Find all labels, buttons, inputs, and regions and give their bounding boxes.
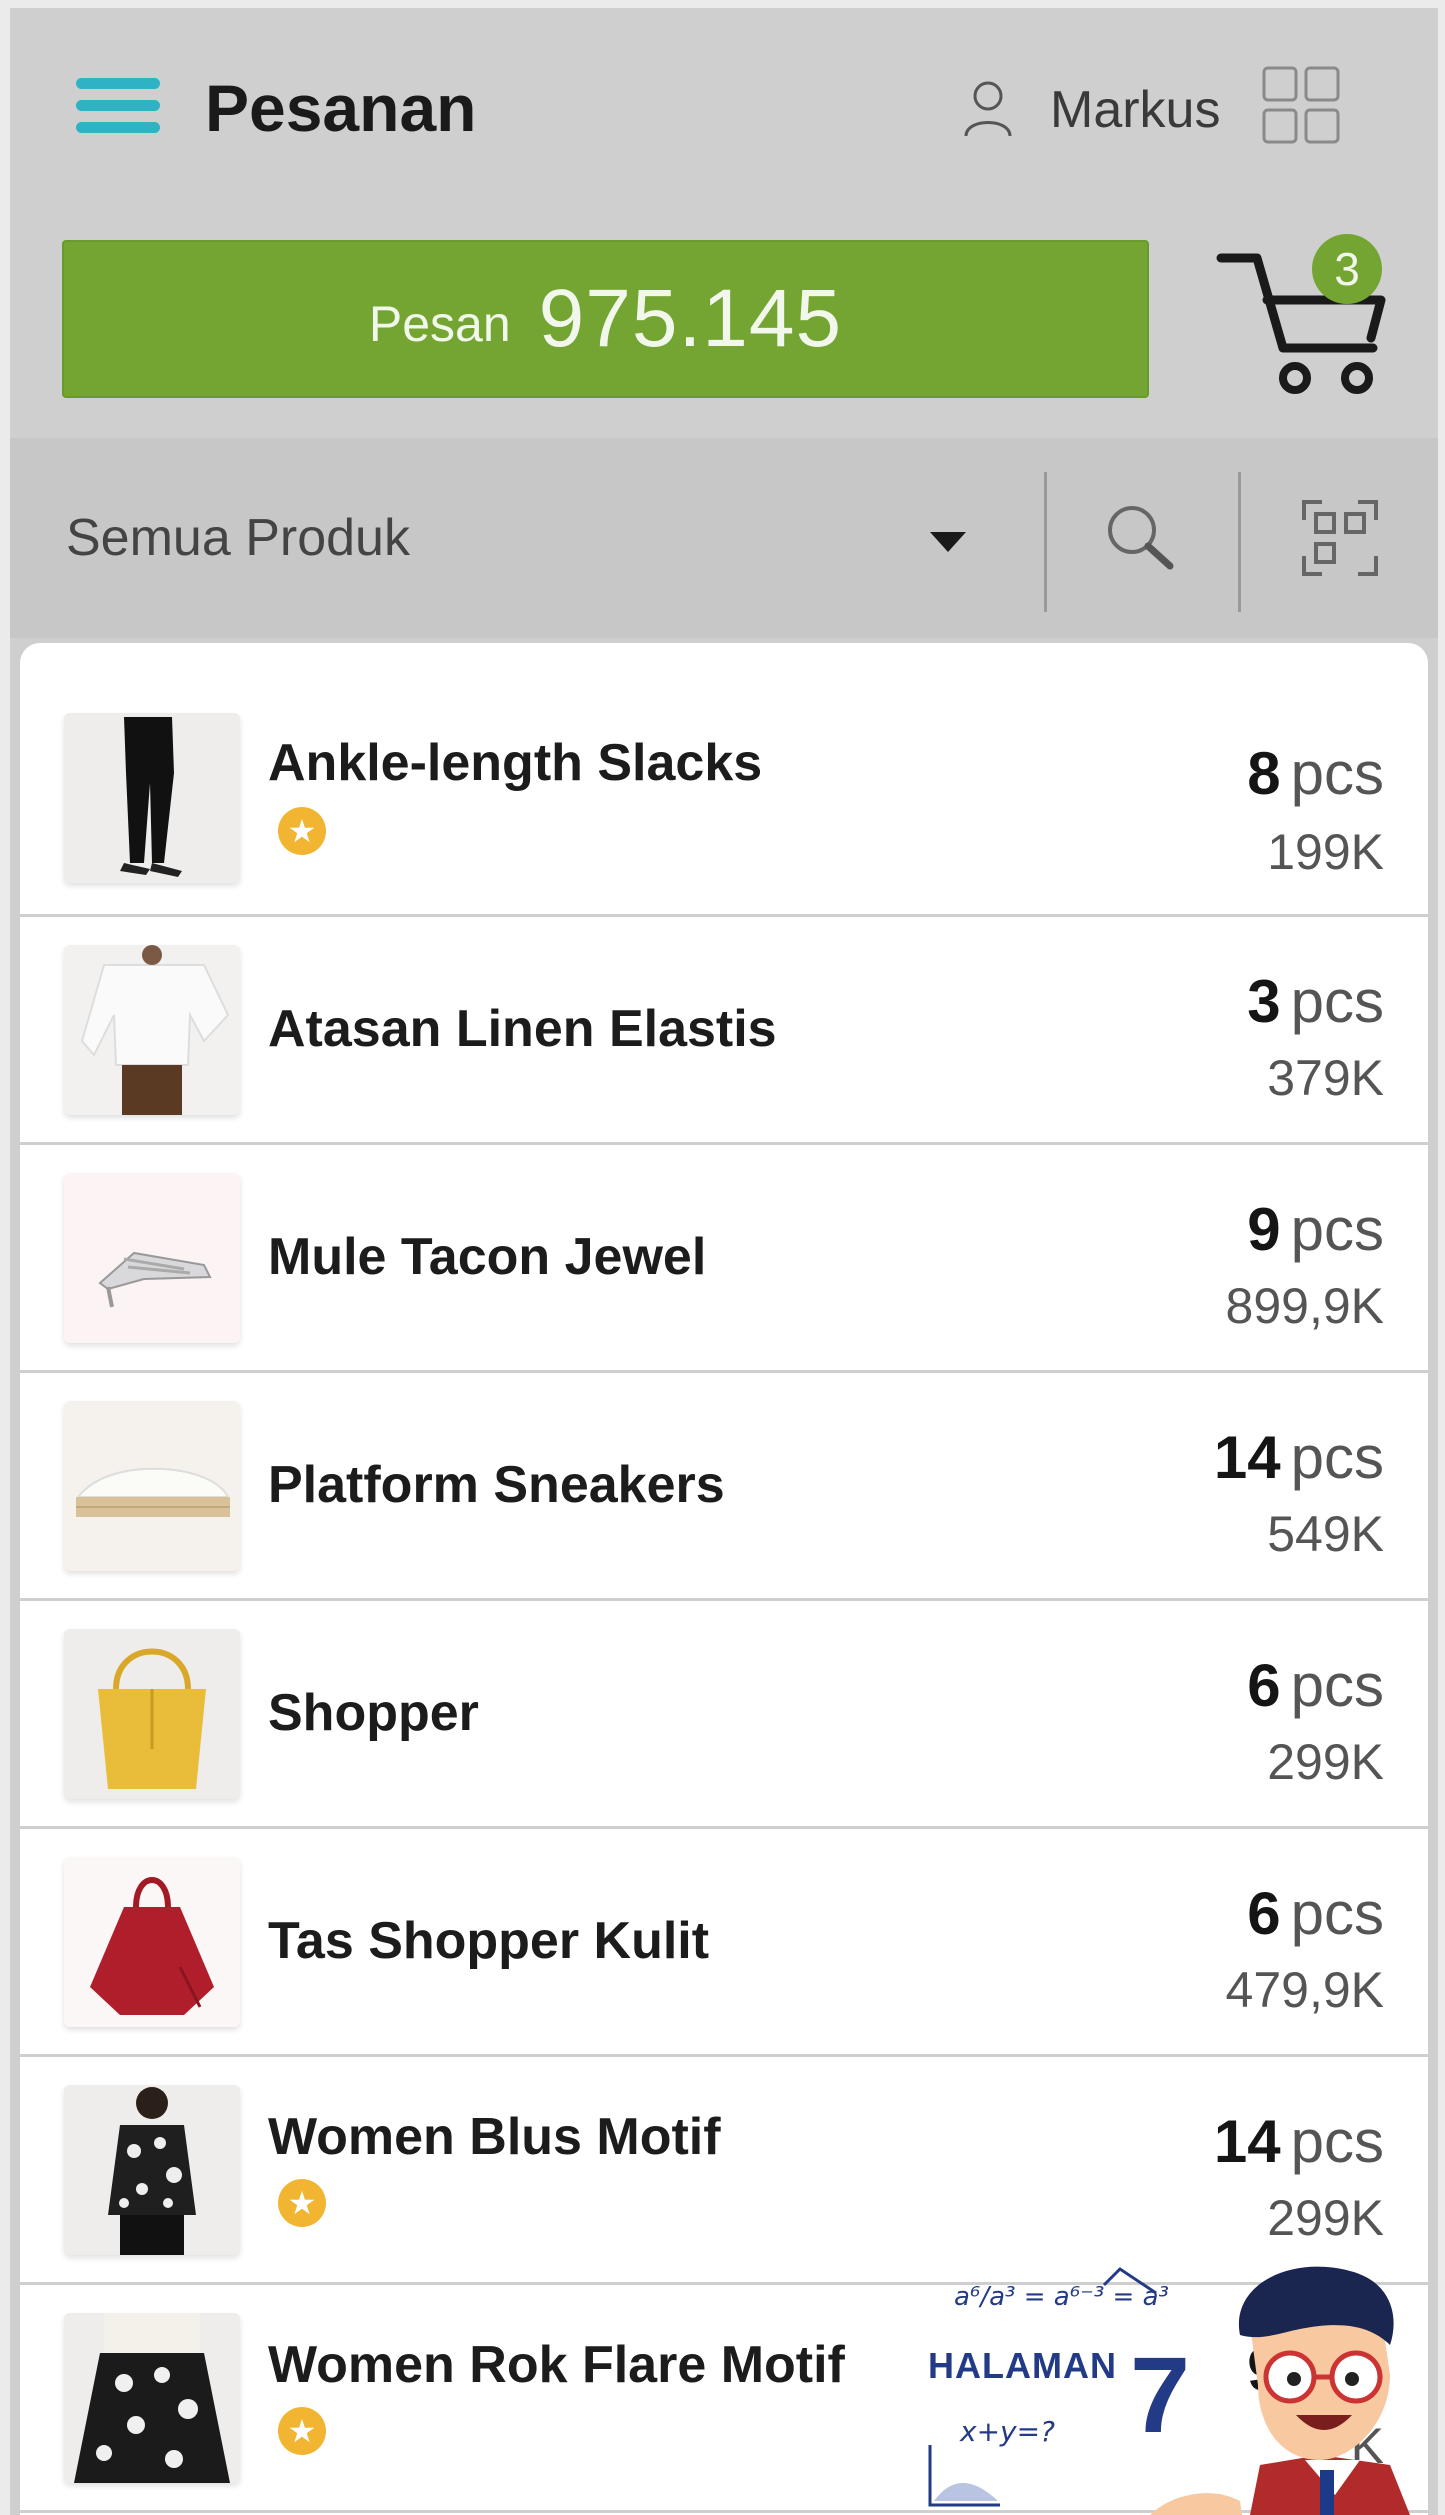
order-total: 975.145 [538, 273, 843, 364]
order-button[interactable]: Pesan 975.145 [62, 240, 1149, 398]
page-label: HALAMAN [928, 2345, 1117, 2386]
list-item[interactable]: Atasan Linen Elastis 3 pcs 379K [20, 917, 1428, 1145]
product-name: Shopper [268, 1684, 479, 1742]
list-item[interactable]: Women Blus Motif ★ 14 pcs 299K [20, 2057, 1428, 2285]
order-label: Pesan [368, 296, 511, 352]
product-quantity: 6 pcs [1247, 1879, 1384, 1948]
product-price: 299K [1267, 2190, 1384, 2246]
product-quantity: 9pcs [1247, 1195, 1384, 1264]
product-price: 549K [1267, 1506, 1384, 1562]
quantity-unit: pcs [1290, 2108, 1384, 2175]
quantity-value: 14 [1213, 2108, 1281, 2175]
quantity-unit: pcs [1290, 968, 1384, 1035]
product-name: Tas Shopper Kulit [268, 1912, 710, 1970]
quantity-value: 9 [1247, 1196, 1281, 1263]
product-thumbnail [64, 2313, 240, 2483]
product-quantity: 14 pcs [1214, 1423, 1384, 1492]
product-thumbnail [64, 713, 240, 883]
product-quantity: 8 pcs [1247, 739, 1384, 808]
product-price: 479,9K [1225, 1962, 1384, 2018]
divider [1044, 472, 1047, 612]
user-name[interactable]: Markus [1050, 80, 1220, 140]
category-dropdown[interactable]: Semua Produk [10, 438, 1040, 638]
caret-down-icon [930, 532, 966, 552]
quantity-unit: pcs [1290, 740, 1384, 807]
list-item[interactable]: Platform Sneakers 14 pcs 549K [20, 1373, 1428, 1601]
menu-icon[interactable] [76, 70, 162, 138]
qr-scan-icon[interactable] [1300, 498, 1380, 578]
search-icon[interactable] [1100, 498, 1180, 578]
product-quantity: 14 pcs [1214, 2107, 1384, 2176]
category-label: Semua Produk [66, 509, 410, 567]
formula-2: x+y=? [959, 2415, 1055, 2448]
product-name: Atasan Linen Elastis [268, 1000, 777, 1058]
quantity-value: 14 [1213, 1424, 1281, 1491]
page-title: Pesanan [205, 71, 477, 145]
page-number: 7 [1130, 2334, 1191, 2455]
product-quantity: 3 pcs [1247, 967, 1384, 1036]
product-price: 899,9K [1225, 1278, 1384, 1334]
list-item[interactable]: Shopper 6 pcs 299K [20, 1601, 1428, 1829]
user-icon[interactable] [962, 78, 1014, 140]
product-thumbnail [64, 2085, 240, 2255]
product-thumbnail [64, 1857, 240, 2027]
product-name: Women Blus Motif [268, 2108, 721, 2166]
quantity-unit: pcs [1290, 1424, 1384, 1491]
header: Pesanan Markus [10, 8, 1438, 208]
product-price: 199K [1267, 824, 1384, 880]
product-name: Women Rok Flare Motif [268, 2336, 845, 2394]
quantity-unit: pcs [1290, 1652, 1384, 1719]
product-name: Mule Tacon Jewel [268, 1228, 707, 1286]
quantity-value: 6 [1247, 1652, 1281, 1719]
product-thumbnail [64, 1173, 240, 1343]
product-name: Platform Sneakers [268, 1456, 725, 1514]
list-item[interactable]: Tas Shopper Kulit 6 pcs 479,9K [20, 1829, 1428, 2057]
star-icon: ★ [278, 2179, 326, 2227]
list-item[interactable]: Ankle-length Slacks ★ 8 pcs 199K [20, 643, 1428, 917]
app-window: Pesanan Markus Pesan 975.145 3 Semua Pro… [10, 8, 1438, 2515]
product-quantity: 6 pcs [1247, 1651, 1384, 1720]
star-icon: ★ [278, 2407, 326, 2455]
filter-bar: Semua Produk [10, 438, 1438, 638]
product-thumbnail [64, 1629, 240, 1799]
list-item[interactable]: Mule Tacon Jewel 9 pcs 899,9K [20, 1145, 1428, 1373]
quantity-unit: pcs [1290, 1196, 1384, 1263]
quantity-value: 6 [1247, 1880, 1281, 1947]
quantity-value: 8 [1247, 740, 1281, 807]
quantity-unit: pcs [1290, 1880, 1384, 1947]
product-name: Ankle-length Slacks [268, 734, 763, 792]
product-price: 379K [1267, 1050, 1384, 1106]
formula-1: a⁶/a³ = a⁶⁻³ = a³ [954, 2282, 1169, 2312]
product-thumbnail [64, 945, 240, 1115]
divider [1238, 472, 1241, 612]
product-price: 299K [1267, 1734, 1384, 1790]
grid-icon[interactable] [1262, 66, 1342, 146]
cart-count-badge: 3 [1312, 234, 1382, 304]
star-icon: ★ [278, 807, 326, 855]
product-thumbnail [64, 1401, 240, 1571]
quantity-value: 3 [1247, 968, 1281, 1035]
product-list: Ankle-length Slacks ★ 8 pcs 199K Atasan L… [20, 643, 1428, 2515]
